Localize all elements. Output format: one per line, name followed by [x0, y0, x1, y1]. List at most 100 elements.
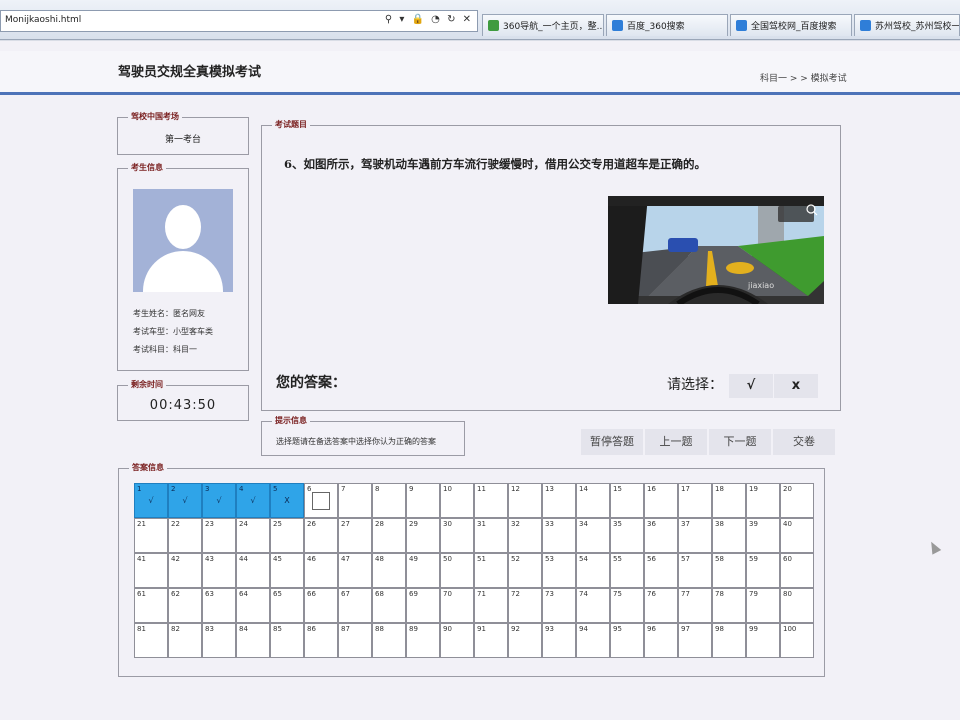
answer-cell[interactable]: 92 [508, 623, 542, 658]
answer-cell[interactable]: 1 √ [134, 483, 168, 518]
prev-question-button[interactable]: 上一题 [645, 429, 707, 455]
answer-cell[interactable]: 83 [202, 623, 236, 658]
answer-cell[interactable]: 11 [474, 483, 508, 518]
answer-cell[interactable]: 93 [542, 623, 576, 658]
answer-cell[interactable]: 25 [270, 518, 304, 553]
answer-cell[interactable]: 65 [270, 588, 304, 623]
answer-cell[interactable]: 96 [644, 623, 678, 658]
answer-cell[interactable]: 35 [610, 518, 644, 553]
answer-cell[interactable]: 12 [508, 483, 542, 518]
answer-cell[interactable]: 14 [576, 483, 610, 518]
answer-cell[interactable]: 21 [134, 518, 168, 553]
answer-cell[interactable]: 22 [168, 518, 202, 553]
answer-cell[interactable]: 94 [576, 623, 610, 658]
answer-cell[interactable]: 89 [406, 623, 440, 658]
answer-cell[interactable]: 26 [304, 518, 338, 553]
answer-cell[interactable]: 57 [678, 553, 712, 588]
answer-cell[interactable]: 8 [372, 483, 406, 518]
answer-cell[interactable]: 50 [440, 553, 474, 588]
answer-cell[interactable]: 62 [168, 588, 202, 623]
answer-cell[interactable]: 90 [440, 623, 474, 658]
answer-cell[interactable]: 16 [644, 483, 678, 518]
answer-cell[interactable]: 59 [746, 553, 780, 588]
answer-cell[interactable]: 73 [542, 588, 576, 623]
answer-cell[interactable]: 69 [406, 588, 440, 623]
answer-cell[interactable]: 47 [338, 553, 372, 588]
answer-cell[interactable]: 81 [134, 623, 168, 658]
answer-cell[interactable]: 4 √ [236, 483, 270, 518]
answer-cell[interactable]: 79 [746, 588, 780, 623]
answer-cell[interactable]: 43 [202, 553, 236, 588]
answer-cell[interactable]: 18 [712, 483, 746, 518]
answer-cell[interactable]: 74 [576, 588, 610, 623]
answer-cell[interactable]: 36 [644, 518, 678, 553]
answer-cell[interactable]: 27 [338, 518, 372, 553]
answer-cell[interactable]: 52 [508, 553, 542, 588]
answer-cell[interactable]: 55 [610, 553, 644, 588]
answer-cell[interactable]: 99 [746, 623, 780, 658]
answer-cell[interactable]: 29 [406, 518, 440, 553]
submit-exam-button[interactable]: 交卷 [773, 429, 835, 455]
answer-cell[interactable]: 40 [780, 518, 814, 553]
answer-cell[interactable]: 37 [678, 518, 712, 553]
answer-cell[interactable]: 60 [780, 553, 814, 588]
answer-cell[interactable]: 48 [372, 553, 406, 588]
browser-tab-suzhou-school[interactable]: 苏州驾校_苏州驾校一点 [854, 14, 960, 36]
answer-cell[interactable]: 41 [134, 553, 168, 588]
answer-cell[interactable]: 49 [406, 553, 440, 588]
answer-cell[interactable]: 23 [202, 518, 236, 553]
answer-cell[interactable]: 87 [338, 623, 372, 658]
answer-false-button[interactable]: x [774, 374, 818, 398]
answer-cell[interactable]: 15 [610, 483, 644, 518]
answer-cell[interactable]: 88 [372, 623, 406, 658]
answer-cell[interactable]: 68 [372, 588, 406, 623]
answer-cell[interactable]: 100 [780, 623, 814, 658]
answer-cell[interactable]: 44 [236, 553, 270, 588]
answer-cell[interactable]: 9 [406, 483, 440, 518]
answer-cell[interactable]: 70 [440, 588, 474, 623]
answer-cell[interactable]: 51 [474, 553, 508, 588]
answer-cell[interactable]: 19 [746, 483, 780, 518]
answer-cell[interactable]: 80 [780, 588, 814, 623]
answer-cell[interactable]: 10 [440, 483, 474, 518]
answer-cell[interactable]: 71 [474, 588, 508, 623]
answer-cell[interactable]: 91 [474, 623, 508, 658]
answer-cell[interactable]: 45 [270, 553, 304, 588]
answer-cell[interactable]: 56 [644, 553, 678, 588]
browser-tab-360[interactable]: 360导航_一个主页，整... [482, 14, 604, 36]
answer-cell[interactable]: 24 [236, 518, 270, 553]
answer-cell[interactable]: 2 √ [168, 483, 202, 518]
next-question-button[interactable]: 下一题 [709, 429, 771, 455]
answer-cell[interactable]: 38 [712, 518, 746, 553]
answer-cell[interactable]: 31 [474, 518, 508, 553]
answer-cell[interactable]: 39 [746, 518, 780, 553]
answer-cell[interactable]: 53 [542, 553, 576, 588]
answer-cell[interactable]: 76 [644, 588, 678, 623]
answer-cell[interactable]: 17 [678, 483, 712, 518]
answer-cell[interactable]: 84 [236, 623, 270, 658]
answer-cell[interactable]: 78 [712, 588, 746, 623]
answer-cell[interactable]: 63 [202, 588, 236, 623]
answer-cell[interactable]: 58 [712, 553, 746, 588]
answer-cell[interactable]: 82 [168, 623, 202, 658]
answer-cell[interactable]: 46 [304, 553, 338, 588]
answer-cell[interactable]: 97 [678, 623, 712, 658]
answer-cell[interactable]: 6 [304, 483, 338, 518]
answer-cell[interactable]: 72 [508, 588, 542, 623]
answer-cell[interactable]: 77 [678, 588, 712, 623]
answer-cell[interactable]: 13 [542, 483, 576, 518]
answer-cell[interactable]: 66 [304, 588, 338, 623]
answer-cell[interactable]: 5X [270, 483, 304, 518]
answer-cell[interactable]: 30 [440, 518, 474, 553]
answer-cell[interactable]: 7 [338, 483, 372, 518]
address-bar-icons[interactable]: ⚲ ▾ 🔒 ◔ ↻ ✕ [385, 14, 473, 25]
pause-button[interactable]: 暂停答题 [581, 429, 643, 455]
answer-cell[interactable]: 85 [270, 623, 304, 658]
answer-cell[interactable]: 42 [168, 553, 202, 588]
answer-cell[interactable]: 61 [134, 588, 168, 623]
answer-cell[interactable]: 34 [576, 518, 610, 553]
answer-cell[interactable]: 20 [780, 483, 814, 518]
browser-tab-baidu-search[interactable]: 百度_360搜索 [606, 14, 728, 36]
answer-cell[interactable]: 33 [542, 518, 576, 553]
answer-cell[interactable]: 54 [576, 553, 610, 588]
